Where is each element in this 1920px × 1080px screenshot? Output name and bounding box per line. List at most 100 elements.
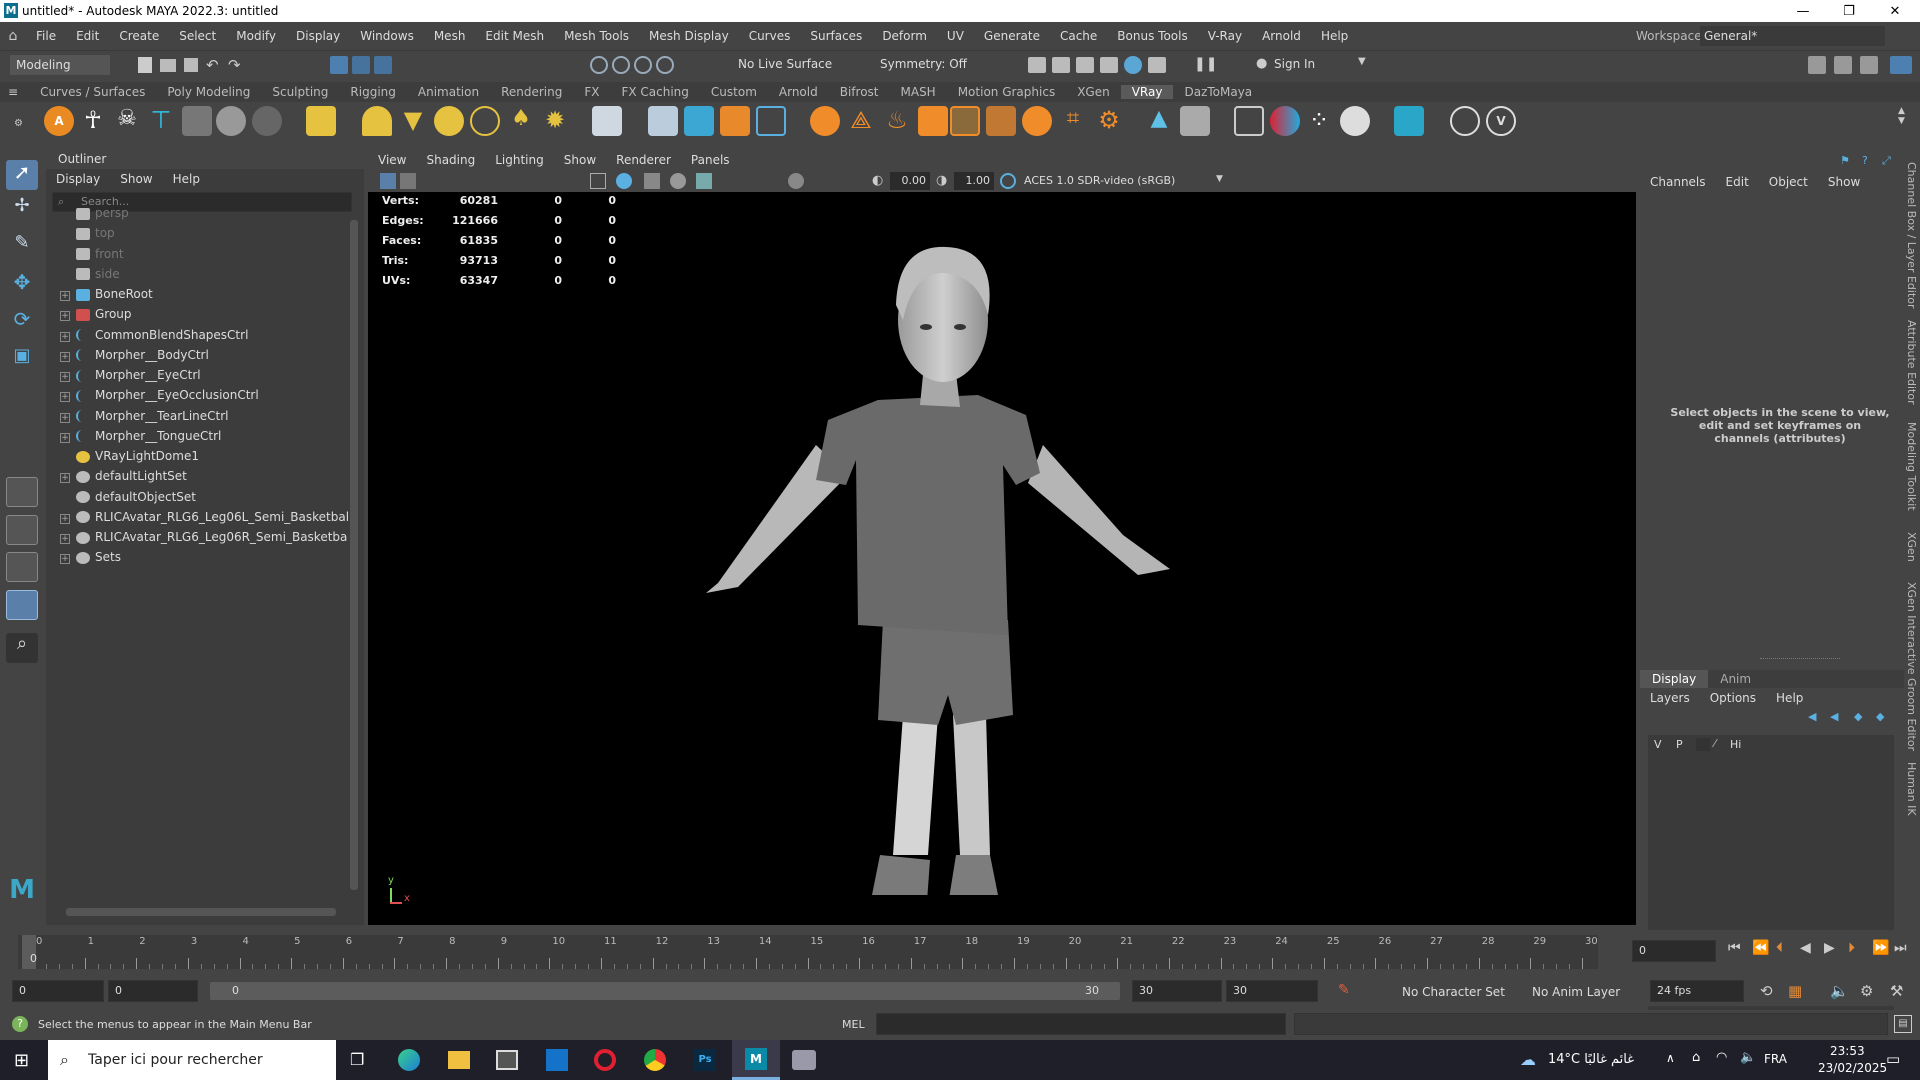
- vray-sun-icon[interactable]: ✹: [540, 106, 570, 136]
- taskbar-search-box[interactable]: ⌕ Taper ici pour rechercher: [48, 1040, 336, 1080]
- minimize-button[interactable]: —: [1780, 0, 1826, 22]
- script-language-toggle[interactable]: MEL: [842, 1018, 865, 1031]
- fps-dropdown[interactable]: 24 fps: [1650, 980, 1744, 1002]
- tab-poly-modeling[interactable]: Poly Modeling: [156, 85, 261, 99]
- channel-box-help-icon[interactable]: ?: [1862, 154, 1868, 167]
- mode-dropdown[interactable]: Modeling: [10, 55, 110, 75]
- maya-taskbar-icon[interactable]: M: [732, 1040, 780, 1080]
- channel-box-float-icon[interactable]: ⤢: [1882, 154, 1891, 168]
- snap-curve-icon[interactable]: [612, 56, 630, 74]
- sign-in-dropdown-icon[interactable]: ▼: [1358, 56, 1366, 67]
- select-hierarchy-icon[interactable]: [330, 56, 348, 74]
- go-to-end-icon[interactable]: ⏭: [1894, 940, 1907, 956]
- maximize-button[interactable]: ❐: [1826, 0, 1872, 22]
- shelf-scroll-icon[interactable]: ▲ ▼: [1898, 106, 1912, 136]
- vray-cylinder-icon[interactable]: ⌗: [1058, 106, 1088, 136]
- home-icon[interactable]: ⌂: [0, 28, 26, 44]
- viewport-panel[interactable]: View Shading Lighting Show Renderer Pane…: [368, 150, 1636, 925]
- step-back-key-icon[interactable]: ⏪: [1752, 940, 1769, 956]
- vray-text-icon[interactable]: [306, 106, 336, 136]
- lights-icon[interactable]: [670, 173, 686, 189]
- tab-custom[interactable]: Custom: [700, 85, 768, 99]
- menu-mesh-display[interactable]: Mesh Display: [639, 29, 739, 43]
- single-view-icon[interactable]: [6, 477, 38, 507]
- menu-bonus-tools[interactable]: Bonus Tools: [1107, 29, 1197, 43]
- viewport-menu-view[interactable]: View: [368, 153, 416, 167]
- tab-daztomaya[interactable]: DazToMaya: [1173, 85, 1263, 99]
- expand-icon[interactable]: +: [60, 534, 70, 544]
- outliner-item[interactable]: + Morpher__TearLineCtrl: [60, 406, 229, 426]
- vray-render-icon[interactable]: [1450, 106, 1480, 136]
- side-tab-xgen[interactable]: XGen: [1905, 532, 1918, 562]
- clock-date[interactable]: 23/02/2025: [1818, 1061, 1887, 1075]
- channels-menu-object[interactable]: Object: [1759, 175, 1818, 189]
- vray-settings-icon[interactable]: ⚙: [1094, 106, 1124, 136]
- playback-settings-icon[interactable]: ⚙: [1860, 982, 1873, 1000]
- menu-windows[interactable]: Windows: [350, 29, 424, 43]
- vray-switch-icon[interactable]: [1180, 106, 1210, 136]
- vray-stack-icon[interactable]: [986, 106, 1016, 136]
- layer-menu-help[interactable]: Help: [1766, 691, 1813, 705]
- menu-mesh-tools[interactable]: Mesh Tools: [554, 29, 639, 43]
- color-space-dropdown[interactable]: ACES 1.0 SDR-video (sRGB): [1020, 172, 1210, 190]
- render-sequence-icon[interactable]: [1052, 57, 1070, 73]
- vray-mesh-icon[interactable]: [252, 106, 282, 136]
- range-bar[interactable]: [210, 982, 1120, 1000]
- vray-half-sphere-icon[interactable]: [1022, 106, 1052, 136]
- layer-tab-display[interactable]: Display: [1640, 670, 1709, 688]
- tab-bifrost[interactable]: Bifrost: [829, 85, 890, 99]
- vray-plane-icon[interactable]: [592, 106, 622, 136]
- snap-grid-icon[interactable]: [590, 56, 608, 74]
- shelf-menu-icon[interactable]: ≡: [0, 85, 26, 99]
- tab-motion-graphics[interactable]: Motion Graphics: [947, 85, 1067, 99]
- viewport-menu-panels[interactable]: Panels: [681, 153, 740, 167]
- expand-icon[interactable]: +: [60, 412, 70, 423]
- vray-grid-icon[interactable]: [950, 106, 980, 136]
- preferences-icon[interactable]: ⚒: [1890, 982, 1903, 1000]
- tab-rigging[interactable]: Rigging: [339, 85, 406, 99]
- tool-settings-icon[interactable]: [1860, 56, 1878, 74]
- loop-icon[interactable]: ⟲: [1760, 982, 1773, 1000]
- channels-menu-channels[interactable]: Channels: [1640, 175, 1716, 189]
- generic-app-icon[interactable]: [792, 1050, 816, 1070]
- vray-skull-icon[interactable]: ☠: [112, 106, 142, 136]
- layer-menu-layers[interactable]: Layers: [1640, 691, 1700, 705]
- windows-start-icon[interactable]: ⊞: [14, 1050, 29, 1071]
- character-set-dropdown[interactable]: No Character Set: [1402, 985, 1505, 999]
- network-icon[interactable]: ⌂: [1692, 1050, 1700, 1065]
- vray-decal-icon[interactable]: [918, 106, 948, 136]
- expand-icon[interactable]: +: [60, 372, 70, 382]
- expand-icon[interactable]: +: [60, 513, 70, 524]
- tray-chevron-icon[interactable]: ∧: [1666, 1051, 1675, 1065]
- channels-menu-edit[interactable]: Edit: [1716, 175, 1759, 189]
- language-indicator[interactable]: FRA: [1764, 1052, 1787, 1066]
- go-to-start-icon[interactable]: ⏮: [1728, 940, 1741, 956]
- viewport-menu-renderer[interactable]: Renderer: [606, 153, 681, 167]
- exposure-field[interactable]: 0.00: [890, 172, 930, 190]
- menu-uv[interactable]: UV: [937, 29, 974, 43]
- menu-deform[interactable]: Deform: [872, 29, 937, 43]
- color-management-icon[interactable]: [1000, 173, 1016, 189]
- redo-icon[interactable]: ↷: [228, 56, 241, 74]
- script-editor-icon[interactable]: ▤: [1894, 1015, 1912, 1033]
- task-view-icon[interactable]: ❐: [350, 1050, 364, 1069]
- viewport-menu-shading[interactable]: Shading: [416, 153, 485, 167]
- end-time-field[interactable]: 30: [1226, 980, 1318, 1002]
- opera-icon[interactable]: [594, 1049, 616, 1071]
- workspace-dropdown[interactable]: General*: [1700, 26, 1885, 46]
- tab-xgen[interactable]: XGen: [1066, 85, 1121, 99]
- layer-menu-options[interactable]: Options: [1700, 691, 1766, 705]
- vray-dome-light-icon[interactable]: [362, 106, 392, 136]
- rotate-tool-icon[interactable]: ⟳: [6, 307, 38, 337]
- vray-fire-icon[interactable]: ♨: [882, 106, 912, 136]
- move-tool-icon[interactable]: ✥: [6, 270, 38, 300]
- outliner-item[interactable]: front: [60, 244, 124, 264]
- outliner-item[interactable]: side: [60, 264, 120, 284]
- camera-select-icon[interactable]: [380, 173, 396, 189]
- vray-material-icon[interactable]: [810, 106, 840, 136]
- vray-logo-icon[interactable]: A: [44, 106, 74, 136]
- camera-attributes-icon[interactable]: [400, 173, 416, 189]
- key-icon[interactable]: ✎: [1338, 982, 1350, 998]
- outliner-item[interactable]: VRayLightDome1: [60, 446, 199, 466]
- vray-cube-blue-icon[interactable]: [684, 106, 714, 136]
